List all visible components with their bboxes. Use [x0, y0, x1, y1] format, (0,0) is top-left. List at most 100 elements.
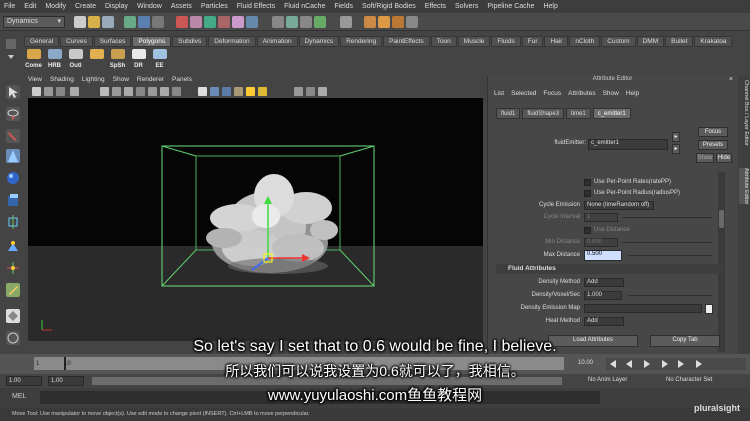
focus-button[interactable]: Focus	[698, 127, 728, 137]
image-plane-icon[interactable]	[70, 87, 79, 96]
menu-effects[interactable]: Effects	[425, 3, 446, 10]
attr-menu-focus[interactable]: Focus	[543, 90, 561, 97]
menu-fluid-ncache[interactable]: Fluid nCache	[284, 3, 325, 10]
pick-mask-icon-4[interactable]	[218, 16, 230, 28]
shelf-tab-custom[interactable]: Custom	[601, 36, 636, 47]
last-tool-icon[interactable]	[6, 283, 20, 297]
menu-solvers[interactable]: Solvers	[455, 3, 478, 10]
shelf-tab-surfaces[interactable]: Surfaces	[93, 36, 132, 47]
move-tool-icon[interactable]	[6, 149, 20, 163]
film-gate-icon[interactable]	[112, 87, 121, 96]
attr-tab-fluidshape3[interactable]: fluidShape3	[522, 108, 565, 119]
shelf-tab-fur[interactable]: Fur	[521, 36, 544, 47]
menu-edit[interactable]: Edit	[24, 3, 36, 10]
lasso-tool-icon[interactable]	[6, 107, 20, 121]
channel-box-tab[interactable]: Channel Box / Layer Editor	[739, 80, 749, 146]
shelf-tab-krakatoa[interactable]: Krakatoa	[694, 36, 733, 47]
menu-window[interactable]: Window	[137, 3, 162, 10]
snap-surface-icon[interactable]	[314, 16, 326, 28]
shelf-menu-icon[interactable]	[4, 37, 18, 65]
select-hierarchy-icon[interactable]	[124, 16, 136, 28]
new-scene-icon[interactable]	[74, 16, 86, 28]
shelf-tab-fluids[interactable]: Fluids	[491, 36, 521, 47]
render-settings-icon[interactable]	[392, 16, 404, 28]
panel-menu-show[interactable]: Show	[113, 76, 129, 86]
shelf-button[interactable]	[87, 49, 106, 69]
presets-button[interactable]: Presets	[698, 140, 728, 150]
shelf-tab-rendering[interactable]: Rendering	[340, 36, 383, 47]
per-point-rates-checkbox[interactable]	[584, 179, 591, 186]
hide-button[interactable]: Hide	[716, 153, 732, 163]
shelf-tab-muscle[interactable]: Muscle	[457, 36, 491, 47]
shelf-tab-polygons[interactable]: Polygons	[132, 36, 172, 47]
open-scene-icon[interactable]	[88, 16, 100, 28]
cycle-interval-slider[interactable]	[622, 217, 712, 218]
menu-pipeline-cache[interactable]: Pipeline Cache	[487, 3, 534, 10]
density-map-field[interactable]	[584, 304, 702, 313]
layout-icon[interactable]	[6, 309, 20, 323]
snap-point-icon[interactable]	[300, 16, 312, 28]
panel-menu-renderer[interactable]: Renderer	[137, 76, 164, 86]
output-connection-icon[interactable]: ▸	[672, 144, 680, 154]
wireframe-on-shaded-icon[interactable]	[222, 87, 231, 96]
attr-menu-attributes[interactable]: Attributes	[568, 90, 595, 97]
smooth-shade-icon[interactable]	[210, 87, 219, 96]
manipulator-icon[interactable]	[6, 215, 20, 229]
density-method-dropdown[interactable]: Add	[584, 278, 624, 287]
xray-joints-icon[interactable]	[318, 87, 327, 96]
attribute-editor-tab[interactable]: Attribute Editor	[739, 168, 749, 205]
menu-display[interactable]: Display	[105, 3, 128, 10]
lights-icon[interactable]	[246, 87, 255, 96]
use-distance-checkbox[interactable]	[584, 227, 591, 234]
menu-create[interactable]: Create	[75, 3, 96, 10]
shelf-tab-general[interactable]: General	[24, 36, 60, 47]
attr-tab-fluid1[interactable]: fluid1	[496, 108, 521, 119]
rotate-tool-icon[interactable]	[6, 171, 20, 185]
resolution-gate-icon[interactable]	[124, 87, 133, 96]
pick-mask-icon-6[interactable]	[246, 16, 258, 28]
shelf-button[interactable]: DR	[129, 49, 148, 69]
shelf-tab-deformation[interactable]: Deformation	[208, 36, 256, 47]
cycle-interval-field[interactable]: 1	[584, 213, 618, 222]
field-chart-icon[interactable]	[148, 87, 157, 96]
attr-menu-help[interactable]: Help	[626, 90, 639, 97]
density-voxel-field[interactable]: 1.000	[584, 291, 622, 300]
menu-fields[interactable]: Fields	[334, 3, 353, 10]
shelf-tab-subdivs[interactable]: Subdivs	[172, 36, 208, 47]
menu-set-selector[interactable]: Dynamics	[3, 16, 65, 28]
pick-mask-icon-3[interactable]	[204, 16, 216, 28]
camera-attr-icon[interactable]	[44, 87, 53, 96]
shelf-button[interactable]: HRB	[45, 49, 64, 69]
select-tool-icon[interactable]	[6, 85, 20, 99]
shelf-tab-hair[interactable]: Hair	[544, 36, 569, 47]
menu-modify[interactable]: Modify	[45, 3, 66, 10]
fluid-attributes-section[interactable]: Fluid Attributes	[496, 264, 724, 274]
grid-icon[interactable]	[100, 87, 109, 96]
history-icon[interactable]	[340, 16, 352, 28]
isolate-icon[interactable]	[294, 87, 303, 96]
input-connection-icon[interactable]: ▸	[672, 132, 680, 142]
shelf-button[interactable]: Outl	[66, 49, 85, 69]
pick-mask-icon-2[interactable]	[190, 16, 202, 28]
close-icon[interactable]: ×	[729, 76, 733, 83]
camera-icon[interactable]	[32, 87, 41, 96]
panel-menu-shading[interactable]: Shading	[50, 76, 74, 86]
attr-menu-list[interactable]: List	[494, 90, 504, 97]
panel-menu-lighting[interactable]: Lighting	[82, 76, 105, 86]
pick-mask-icon-5[interactable]	[232, 16, 244, 28]
panel-menu-panels[interactable]: Panels	[172, 76, 192, 86]
min-distance-field[interactable]: 0.000	[584, 238, 618, 247]
shelf-tab-animation[interactable]: Animation	[256, 36, 298, 47]
wireframe-icon[interactable]	[198, 87, 207, 96]
scrollbar-thumb[interactable]	[719, 210, 724, 228]
panel-menu-view[interactable]: View	[28, 76, 42, 86]
select-object-icon[interactable]	[138, 16, 150, 28]
shelf-tab-bullet[interactable]: Bullet	[665, 36, 694, 47]
snap-grid-icon[interactable]	[272, 16, 284, 28]
gate-mask-icon[interactable]	[136, 87, 145, 96]
map-button-icon[interactable]	[705, 304, 713, 314]
shelf-tab-dynamics[interactable]: Dynamics	[298, 36, 340, 47]
select-component-icon[interactable]	[152, 16, 164, 28]
per-point-radius-checkbox[interactable]	[584, 190, 591, 197]
save-scene-icon[interactable]	[102, 16, 114, 28]
